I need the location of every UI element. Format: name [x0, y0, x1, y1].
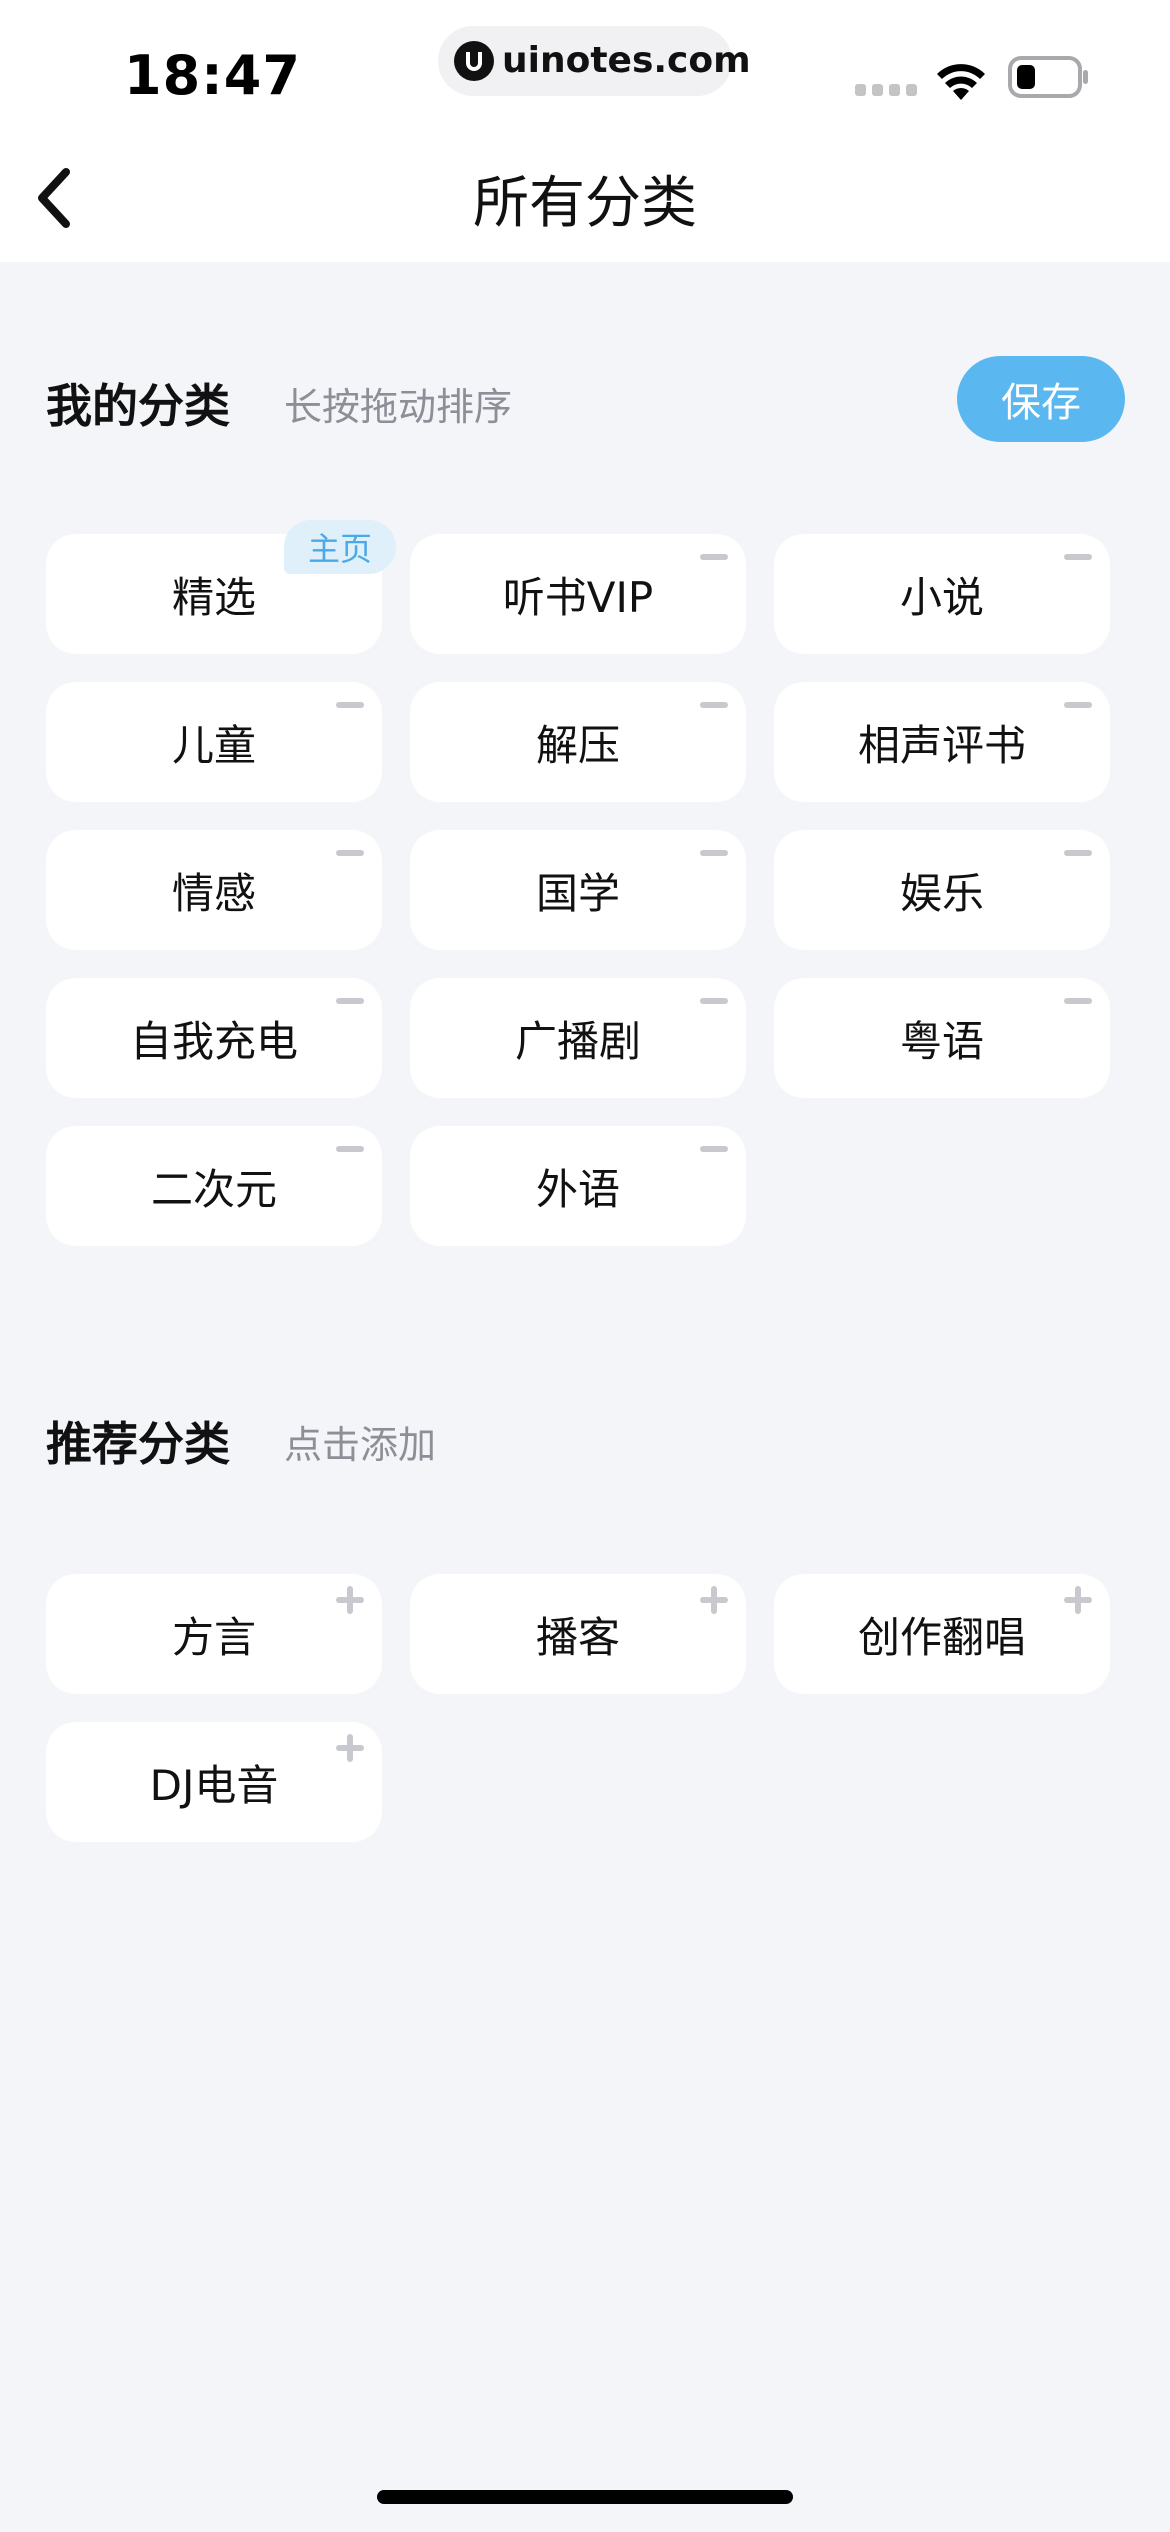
remove-icon[interactable]	[1064, 554, 1092, 560]
page-title: 所有分类	[473, 171, 697, 236]
category-tile[interactable]: 儿童	[46, 682, 382, 802]
category-label: DJ电音	[149, 1760, 279, 1810]
recommended-tile[interactable]: 播客	[410, 1574, 746, 1694]
category-label: 精选	[171, 572, 256, 622]
category-tile[interactable]: 自我充电	[46, 978, 382, 1098]
category-label: 相声评书	[857, 720, 1026, 770]
recommended-hint: 点击添加	[284, 1423, 437, 1467]
category-label: 方言	[171, 1612, 256, 1662]
category-tile[interactable]: 娱乐	[774, 830, 1110, 950]
category-tile[interactable]: 国学	[410, 830, 746, 950]
category-tile[interactable]: 解压	[410, 682, 746, 802]
remove-icon[interactable]	[336, 998, 364, 1004]
category-label: 儿童	[171, 720, 256, 770]
add-icon[interactable]	[1064, 1586, 1092, 1614]
category-tile[interactable]: 听书VIP	[410, 534, 746, 654]
category-tile[interactable]: 相声评书	[774, 682, 1110, 802]
remove-icon[interactable]	[700, 1146, 728, 1152]
url-text: uinotes.com	[502, 40, 751, 81]
recommended-tile[interactable]: DJ电音	[46, 1722, 382, 1842]
my-categories-hint: 长按拖动排序	[284, 385, 513, 429]
category-tile[interactable]: 小说	[774, 534, 1110, 654]
category-label: 情感	[171, 868, 256, 918]
category-label: 解压	[535, 720, 620, 770]
category-tile[interactable]: 粤语	[774, 978, 1110, 1098]
category-label: 国学	[535, 868, 620, 918]
category-tile[interactable]: 外语	[410, 1126, 746, 1246]
recommended-tile[interactable]: 方言	[46, 1574, 382, 1694]
remove-icon[interactable]	[336, 1146, 364, 1152]
wifi-icon	[937, 64, 985, 100]
header-area: 18:47 uinotes.com 所有分类	[0, 0, 1170, 262]
category-tile[interactable]: 广播剧	[410, 978, 746, 1098]
cellular-signal-icon	[855, 84, 917, 96]
category-label: 小说	[899, 572, 984, 622]
remove-icon[interactable]	[336, 850, 364, 856]
url-pill[interactable]: uinotes.com	[438, 26, 751, 96]
remove-icon[interactable]	[700, 702, 728, 708]
remove-icon[interactable]	[700, 850, 728, 856]
remove-icon[interactable]	[1064, 998, 1092, 1004]
remove-icon[interactable]	[700, 998, 728, 1004]
save-button[interactable]: 保存	[957, 356, 1125, 442]
category-tile[interactable]: 二次元	[46, 1126, 382, 1246]
category-tile[interactable]: 精选 主页	[46, 520, 396, 654]
category-label: 粤语	[899, 1016, 984, 1066]
category-label: 自我充电	[129, 1016, 298, 1066]
category-label: 外语	[535, 1164, 620, 1214]
battery-icon	[1008, 56, 1088, 98]
category-label: 广播剧	[514, 1016, 641, 1066]
recommended-title: 推荐分类	[46, 1417, 230, 1471]
site-logo-icon	[454, 41, 494, 81]
add-icon[interactable]	[700, 1586, 728, 1614]
category-label: 娱乐	[899, 868, 984, 918]
status-time: 18:47	[124, 44, 301, 107]
remove-icon[interactable]	[1064, 702, 1092, 708]
home-indicator	[377, 2490, 793, 2504]
my-categories-title: 我的分类	[46, 379, 230, 433]
recommended-tile[interactable]: 创作翻唱	[774, 1574, 1110, 1694]
category-label: 播客	[535, 1612, 620, 1662]
add-icon[interactable]	[336, 1734, 364, 1762]
add-icon[interactable]	[336, 1586, 364, 1614]
category-label: 二次元	[150, 1164, 277, 1214]
recommended-grid: 方言 播客 创作翻唱 DJ电音	[46, 1574, 1110, 1842]
remove-icon[interactable]	[1064, 850, 1092, 856]
home-badge: 主页	[284, 520, 396, 574]
remove-icon[interactable]	[336, 702, 364, 708]
my-categories-grid: 精选 主页 听书VIP 小说 儿童 解压 相声评书 情感 国学 娱乐 自我充电 …	[46, 520, 1110, 1246]
category-tile[interactable]: 情感	[46, 830, 382, 950]
remove-icon[interactable]	[700, 554, 728, 560]
category-label: 听书VIP	[502, 572, 654, 622]
category-label: 创作翻唱	[857, 1612, 1026, 1662]
